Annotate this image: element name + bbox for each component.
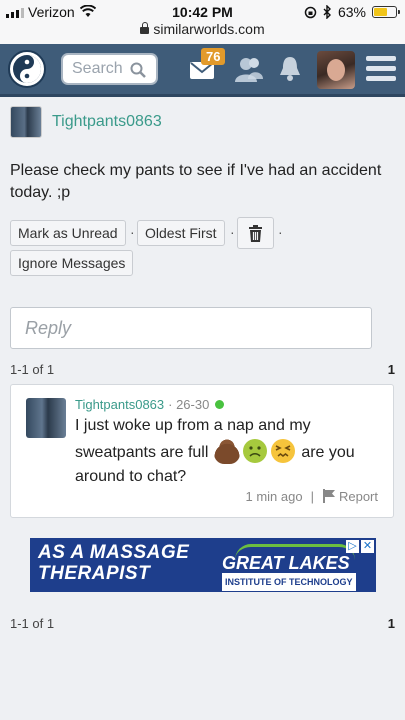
site-header: Search 76: [0, 44, 405, 97]
post-message: Please check my pants to see if I've had…: [10, 162, 382, 201]
url-text: similarworlds.com: [153, 21, 265, 37]
reply-placeholder: Reply: [25, 318, 72, 338]
search-input[interactable]: Search: [61, 53, 158, 85]
battery-percent: 63%: [337, 4, 366, 20]
comment-footer: 1 min ago | Report: [245, 489, 378, 504]
separator-dot: ·: [130, 224, 135, 240]
ad-brand-sub: INSTITUTE OF TECHNOLOGY: [222, 573, 356, 591]
hamburger-menu-icon[interactable]: [366, 56, 396, 86]
reply-input[interactable]: Reply: [10, 307, 372, 349]
delete-button[interactable]: [237, 217, 274, 249]
my-avatar[interactable]: [317, 51, 355, 89]
search-icon[interactable]: [130, 62, 146, 78]
separator-dot: ·: [230, 224, 235, 240]
report-link[interactable]: Report: [322, 489, 378, 504]
commenter-name-link[interactable]: Tightpants0863: [75, 397, 164, 412]
ad-headline: AS A MASSAGE THERAPIST: [38, 542, 189, 584]
notifications-bell-icon[interactable]: [278, 55, 302, 82]
search-placeholder: Search: [72, 60, 123, 77]
commenter-age: · 26-30: [168, 397, 210, 412]
commenter-avatar[interactable]: [26, 398, 66, 438]
lock-icon: [140, 22, 150, 34]
ad-line-1: AS A MASSAGE: [38, 542, 190, 563]
ignore-messages-button[interactable]: Ignore Messages: [10, 250, 134, 276]
ad-controls: ▷ ✕: [346, 540, 374, 553]
footer-divider: |: [310, 489, 314, 504]
pile-of-poo-icon: [213, 438, 240, 464]
flag-icon: [322, 489, 335, 503]
ad-brand: GREAT LAKES INSTITUTE OF TECHNOLOGY: [222, 554, 356, 591]
online-status-dot: [215, 400, 225, 409]
friends-icon[interactable]: [234, 55, 264, 83]
comment-time: 1 min ago: [245, 489, 303, 504]
ad-close-icon[interactable]: ✕: [361, 540, 374, 553]
pager-top: 1-1 of 1 1: [10, 362, 395, 377]
advertisement-banner[interactable]: AS A MASSAGE THERAPIST GREAT LAKES INSTI…: [30, 538, 376, 592]
adchoices-icon[interactable]: ▷: [346, 540, 359, 553]
nauseated-face-icon: [242, 439, 267, 463]
ios-status-bar: Verizon 10:42 PM 63% similarworlds.com: [0, 0, 405, 44]
pager-bottom: 1-1 of 1 1: [10, 616, 395, 631]
mark-as-unread-button[interactable]: Mark as Unread: [10, 220, 126, 246]
report-label: Report: [338, 489, 378, 504]
rotation-lock-icon: [304, 6, 317, 18]
pager-range: 1-1 of 1: [10, 362, 55, 377]
separator-dot: ·: [278, 224, 283, 240]
oldest-first-button[interactable]: Oldest First: [137, 220, 225, 246]
author-avatar[interactable]: [10, 106, 42, 138]
persevering-face-icon: [270, 439, 295, 463]
comment-card: Tightpants0863 · 26-30 I just woke up fr…: [10, 384, 394, 518]
yin-yang-logo-icon: [13, 55, 41, 83]
battery-icon: [372, 6, 400, 18]
author-name-link[interactable]: Tightpants0863: [52, 113, 162, 131]
ad-brand-name: GREAT LAKES: [222, 553, 350, 573]
bluetooth-icon: [323, 5, 331, 19]
pager-range: 1-1 of 1: [10, 616, 55, 631]
page-number[interactable]: 1: [388, 362, 395, 377]
ad-line-2: THERAPIST: [38, 563, 151, 584]
comment-text: I just woke up from a nap and my sweatpa…: [75, 414, 375, 489]
post-author: Tightpants0863: [10, 106, 162, 138]
comment-meta: Tightpants0863 · 26-30: [75, 397, 225, 412]
similarworlds-logo[interactable]: [8, 50, 46, 88]
trash-icon: [249, 224, 262, 242]
mail-badge: 76: [201, 48, 226, 65]
page-number[interactable]: 1: [388, 616, 395, 631]
address-bar[interactable]: similarworlds.com: [0, 21, 405, 37]
